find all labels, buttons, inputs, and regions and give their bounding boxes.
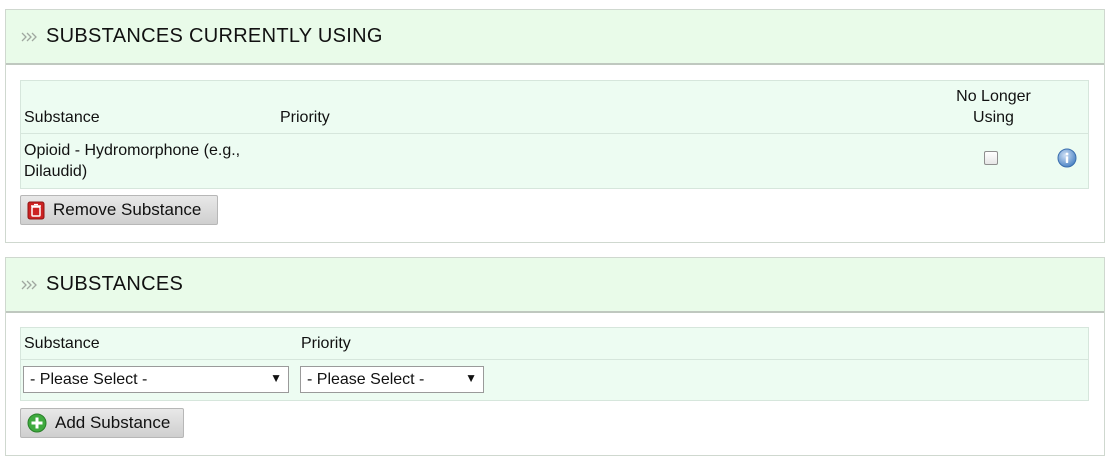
current-substances-table: Substance Priority No Longer Using Opioi…: [20, 80, 1089, 189]
table-row: - Please Select - ▼ - Please Select - ▼: [21, 360, 1088, 400]
chevron-down-icon: ▼: [465, 371, 477, 385]
add-substance-table: Substance Priority - Please Select - ▼ -…: [20, 327, 1089, 401]
substances-panel: SUBSTANCES Substance Priority - Please S…: [5, 257, 1105, 456]
priority-select-value: - Please Select -: [307, 370, 425, 388]
table-row: Opioid - Hydromorphone (e.g., Dilaudid): [21, 134, 1088, 188]
grip-icon: [21, 32, 37, 41]
column-header-substance: Substance: [24, 335, 100, 352]
substance-select[interactable]: - Please Select - ▼: [23, 366, 289, 393]
substance-select-value: - Please Select -: [30, 370, 148, 388]
substances-header: SUBSTANCES: [6, 258, 1104, 313]
row-substance: Opioid - Hydromorphone (e.g., Dilaudid): [24, 142, 241, 180]
priority-select[interactable]: - Please Select - ▼: [300, 366, 484, 393]
info-icon[interactable]: [1057, 148, 1077, 168]
add-substance-button[interactable]: Add Substance: [20, 408, 184, 438]
add-substance-label: Add Substance: [55, 413, 171, 432]
table-header: Substance Priority No Longer Using: [21, 81, 1088, 134]
remove-substance-label: Remove Substance: [53, 200, 202, 219]
plus-circle-icon: [27, 413, 47, 433]
no-longer-using-checkbox[interactable]: [984, 151, 998, 165]
chevron-down-icon: ▼: [270, 371, 282, 385]
column-header-priority: Priority: [280, 109, 330, 126]
column-header-substance: Substance: [24, 109, 100, 126]
grip-icon: [21, 280, 37, 289]
current-substances-title: SUBSTANCES CURRENTLY USING: [46, 25, 383, 47]
trash-icon: [27, 201, 45, 219]
substances-title: SUBSTANCES: [46, 273, 184, 295]
column-header-no-longer-using: No Longer Using: [956, 88, 1031, 126]
column-header-priority: Priority: [301, 335, 351, 352]
remove-substance-button[interactable]: Remove Substance: [20, 195, 218, 225]
current-substances-panel: SUBSTANCES CURRENTLY USING Substance Pri…: [5, 9, 1105, 243]
table-header: Substance Priority: [21, 328, 1088, 360]
current-substances-header: SUBSTANCES CURRENTLY USING: [6, 10, 1104, 65]
